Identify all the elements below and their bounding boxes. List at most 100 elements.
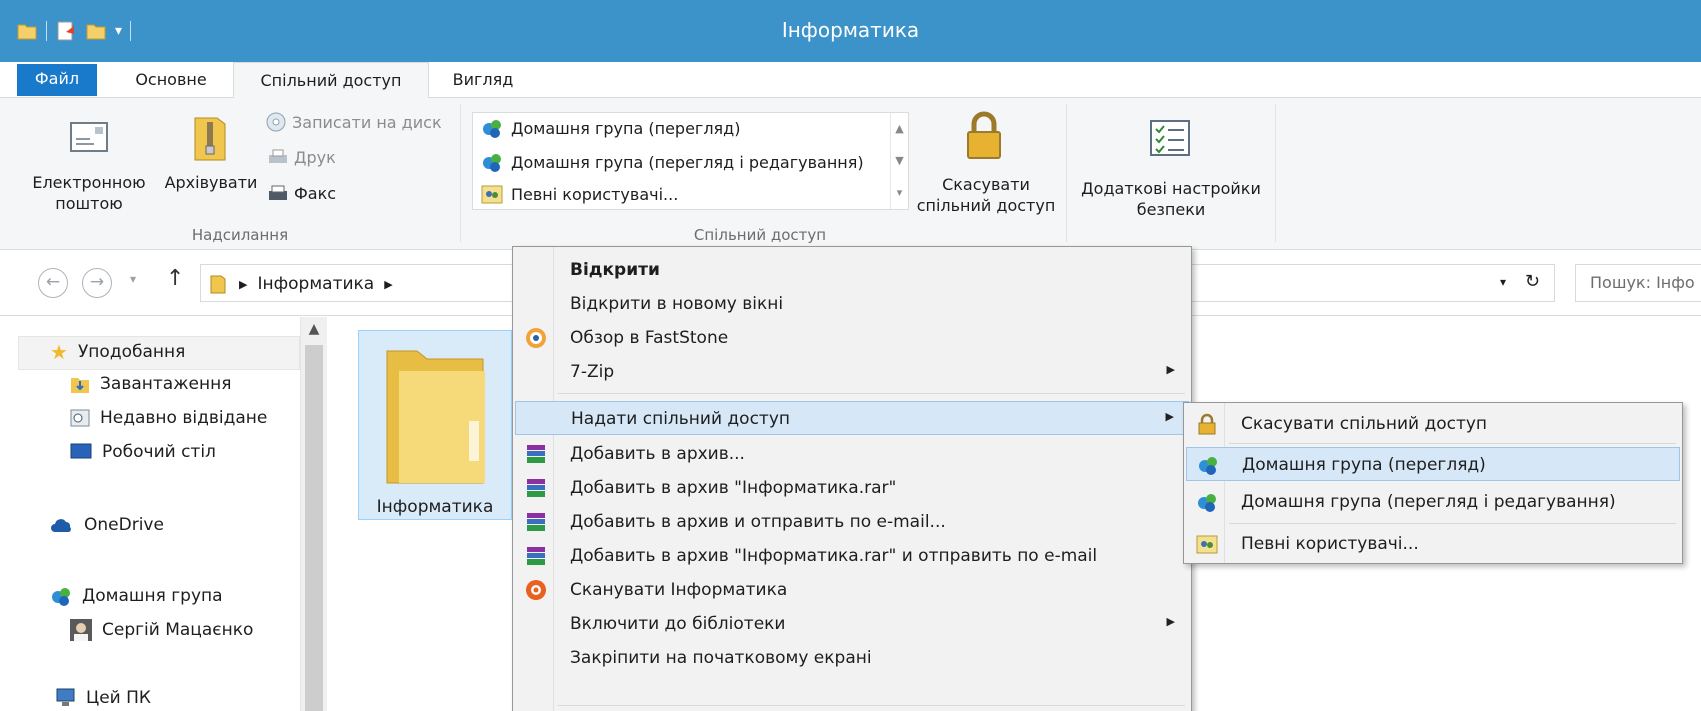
menu-item-faststone[interactable]: Обзор в FastStone bbox=[515, 321, 1189, 355]
zip-button-label: Архівувати bbox=[164, 173, 258, 192]
folder-icon bbox=[210, 275, 226, 294]
homegroup-icon bbox=[483, 154, 501, 172]
disc-icon bbox=[266, 112, 286, 132]
nav-item-homegroup[interactable]: Домашня група bbox=[50, 585, 223, 607]
menu-item-label: Відкрити bbox=[570, 260, 660, 280]
menu-item-include-library[interactable]: Включити до бібліотеки ▶ bbox=[515, 607, 1189, 641]
scrollbar-thumb[interactable] bbox=[305, 345, 323, 711]
winrar-icon bbox=[527, 479, 545, 497]
address-dropdown-icon[interactable]: ▾ bbox=[1500, 275, 1506, 289]
gallery-expand-icon[interactable]: ▾ bbox=[891, 177, 908, 209]
menu-item-add-email[interactable]: Добавить в архив и отправить по e-mail..… bbox=[515, 505, 1189, 539]
homegroup-icon bbox=[52, 588, 70, 606]
scroll-down-icon[interactable]: ▼ bbox=[891, 145, 908, 177]
up-button[interactable]: ↑ bbox=[166, 266, 184, 291]
menu-item-label: Відкрити в новому вікні bbox=[570, 294, 784, 314]
winrar-icon bbox=[527, 547, 545, 565]
menu-item-label: Певні користувачі... bbox=[1241, 534, 1419, 554]
avatar bbox=[70, 619, 92, 641]
users-icon bbox=[481, 185, 503, 204]
tab-view[interactable]: Вигляд bbox=[438, 62, 528, 98]
submenu-arrow-icon: ▶ bbox=[1166, 363, 1175, 376]
advanced-security-button[interactable]: Додаткові настройки безпеки bbox=[1076, 106, 1266, 219]
print-button[interactable]: Друк bbox=[268, 148, 336, 167]
gallery-item-homegroup-view[interactable]: Домашня група (перегляд) bbox=[481, 117, 740, 139]
zip-folder-icon bbox=[194, 117, 226, 161]
search-input[interactable]: Пошук: Інфо bbox=[1575, 264, 1701, 302]
scroll-up-icon[interactable]: ▲ bbox=[301, 321, 327, 337]
recent-locations-icon[interactable]: ▾ bbox=[130, 272, 136, 286]
tab-share[interactable]: Спільний доступ bbox=[233, 62, 429, 99]
back-button[interactable]: ← bbox=[38, 268, 68, 298]
menu-separator bbox=[1229, 523, 1676, 524]
nav-item-user[interactable]: Сергій Мацаєнко bbox=[70, 619, 253, 641]
print-label: Друк bbox=[294, 148, 336, 167]
gallery-item-label: Певні користувачі... bbox=[511, 184, 679, 204]
menu-item-add-rar[interactable]: Добавить в архив "Інформатика.rar" bbox=[515, 471, 1189, 505]
gallery-item-specific-people[interactable]: Певні користувачі... bbox=[481, 183, 678, 205]
menu-item-add-rar-email[interactable]: Добавить в архив "Інформатика.rar" и отп… bbox=[515, 539, 1189, 573]
nav-item-label: Завантаження bbox=[100, 374, 232, 394]
scroll-up-icon[interactable]: ▲ bbox=[891, 113, 908, 145]
menu-separator bbox=[1229, 443, 1676, 444]
fax-label: Факс bbox=[294, 184, 337, 203]
submenu-item-specific-people[interactable]: Певні користувачі... bbox=[1186, 527, 1680, 561]
breadcrumb-chevron-icon[interactable]: ▶ bbox=[239, 278, 247, 291]
submenu-arrow-icon: ▶ bbox=[1166, 615, 1175, 628]
email-button[interactable]: Електронною поштою bbox=[14, 108, 164, 218]
share-submenu: Скасувати спільний доступ Домашня група … bbox=[1183, 402, 1683, 564]
nav-item-label: Цей ПК bbox=[86, 688, 151, 708]
group-divider bbox=[460, 104, 461, 242]
stop-sharing-button[interactable]: Скасувати спільний доступ bbox=[912, 106, 1060, 216]
desktop-icon bbox=[70, 443, 92, 459]
breadcrumb-chevron-icon[interactable]: ▶ bbox=[384, 278, 392, 291]
nav-item-label: Сергій Мацаєнко bbox=[102, 620, 254, 640]
nav-item-label: Недавно відвідане bbox=[100, 408, 268, 428]
nav-scrollbar[interactable]: ▲ bbox=[300, 317, 327, 711]
homegroup-icon bbox=[483, 120, 501, 138]
nav-item-favorites[interactable]: ★ Уподобання bbox=[50, 340, 185, 364]
zip-button[interactable]: Архівувати bbox=[161, 108, 261, 218]
lock-icon bbox=[1198, 413, 1216, 435]
submenu-arrow-icon: ▶ bbox=[1165, 410, 1174, 423]
submenu-item-stop-sharing[interactable]: Скасувати спільний доступ bbox=[1186, 407, 1680, 441]
menu-item-label: Обзор в FastStone bbox=[570, 328, 729, 348]
lock-icon bbox=[967, 111, 1001, 159]
breadcrumb: ▶ Інформатика ▶ bbox=[209, 273, 393, 295]
nav-item-recent[interactable]: Недавно відвідане bbox=[70, 408, 267, 428]
tab-home[interactable]: Основне bbox=[116, 62, 226, 98]
nav-item-downloads[interactable]: Завантаження bbox=[70, 374, 231, 394]
recent-places-icon bbox=[70, 409, 90, 427]
menu-item-scan[interactable]: Сканувати Інформатика bbox=[515, 573, 1189, 607]
gallery-item-homegroup-edit[interactable]: Домашня група (перегляд і редагування) bbox=[481, 151, 864, 173]
folder-item[interactable]: Інформатика bbox=[358, 330, 512, 520]
menu-item-open-new-window[interactable]: Відкрити в новому вікні bbox=[515, 287, 1189, 321]
menu-item-add-archive[interactable]: Добавить в архив... bbox=[515, 437, 1189, 471]
nav-item-desktop[interactable]: Робочий стіл bbox=[70, 442, 216, 462]
fax-button[interactable]: Факс bbox=[268, 184, 336, 203]
refresh-icon[interactable]: ↻ bbox=[1525, 271, 1540, 292]
folder-name: Інформатика bbox=[376, 497, 494, 517]
forward-button[interactable]: → bbox=[82, 268, 112, 298]
window-title: Інформатика bbox=[781, 18, 920, 42]
menu-item-7zip[interactable]: 7-Zip ▶ bbox=[515, 355, 1189, 389]
large-folder-icon bbox=[386, 350, 485, 484]
menu-item-open[interactable]: Відкрити bbox=[515, 253, 1189, 287]
submenu-item-homegroup-edit[interactable]: Домашня група (перегляд і редагування) bbox=[1186, 485, 1680, 519]
menu-item-label: Добавить в архив "Інформатика.rar" и отп… bbox=[570, 546, 1098, 566]
share-gallery: Домашня група (перегляд) Домашня група (… bbox=[472, 112, 909, 210]
nav-item-this-pc[interactable]: Цей ПК bbox=[54, 688, 151, 708]
email-icon bbox=[70, 122, 108, 152]
advanced-security-label: Додаткові настройки безпеки bbox=[1081, 179, 1261, 219]
burn-disc-button[interactable]: Записати на диск bbox=[266, 112, 442, 132]
submenu-item-homegroup-view[interactable]: Домашня група (перегляд) bbox=[1186, 447, 1680, 481]
winrar-icon bbox=[527, 445, 545, 463]
security-checklist-icon bbox=[1150, 120, 1190, 156]
breadcrumb-item[interactable]: Інформатика bbox=[257, 274, 374, 294]
gallery-scrollbar[interactable]: ▲ ▼ ▾ bbox=[890, 113, 908, 209]
menu-item-share-with[interactable]: Надати спільний доступ ▶ bbox=[515, 401, 1189, 435]
menu-item-pin-start[interactable]: Закріпити на початковому екрані bbox=[515, 641, 1189, 675]
nav-item-onedrive[interactable]: OneDrive bbox=[50, 515, 164, 535]
menu-item-label: Добавить в архив... bbox=[570, 444, 745, 464]
tab-file[interactable]: Файл bbox=[17, 64, 97, 96]
